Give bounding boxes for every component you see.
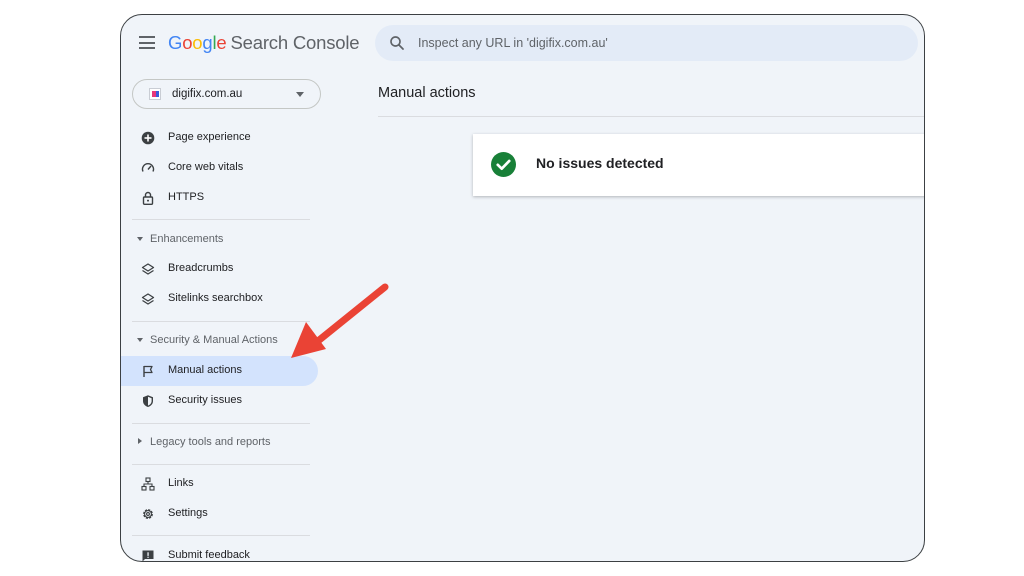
sidebar-item-https[interactable]: HTTPS (121, 183, 318, 213)
expand-triangle-icon (138, 438, 142, 444)
logo-letter: o (192, 32, 203, 53)
annotation-arrow-icon (291, 283, 389, 358)
sidebar-item-label: HTTPS (168, 191, 205, 203)
section-security-manual-actions[interactable]: Security & Manual Actions (121, 330, 311, 352)
section-label: Security & Manual Actions (150, 334, 278, 346)
hamburger-menu-icon[interactable] (139, 36, 155, 49)
section-label: Enhancements (150, 233, 224, 245)
sidebar-item-label: Sitelinks searchbox (168, 292, 263, 304)
chevron-down-icon (296, 92, 304, 97)
plus-circle-icon (141, 131, 155, 145)
sidebar-item-submit-feedback[interactable]: Submit feedback (121, 541, 318, 561)
page-title: Manual actions (378, 85, 476, 101)
section-label: Legacy tools and reports (150, 436, 271, 448)
divider (378, 116, 924, 117)
logo-letter: e (216, 32, 227, 53)
feedback-icon (142, 550, 154, 561)
status-card: No issues detected (473, 134, 924, 196)
logo-letter: o (182, 32, 193, 53)
search-icon (390, 36, 404, 50)
sidebar-item-label: Security issues (168, 394, 242, 406)
product-name: Search Console (230, 32, 360, 53)
property-label: digifix.com.au (172, 88, 243, 100)
layers-icon (141, 263, 155, 275)
speedometer-icon (141, 163, 155, 172)
google-search-console-logo[interactable]: Google Search Console (168, 32, 360, 54)
check-circle-icon (491, 152, 516, 177)
sidebar-item-label: Breadcrumbs (168, 262, 234, 274)
property-favicon-icon (149, 88, 161, 100)
sidebar-item-links[interactable]: Links (121, 469, 318, 499)
divider (132, 321, 310, 322)
collapse-triangle-icon (137, 338, 143, 342)
gear-icon (143, 509, 153, 519)
sidebar-item-breadcrumbs[interactable]: Breadcrumbs (121, 254, 318, 284)
logo-letter: g (202, 32, 213, 53)
sidebar-item-core-web-vitals[interactable]: Core web vitals (121, 153, 318, 183)
lock-icon (142, 191, 154, 205)
section-enhancements[interactable]: Enhancements (121, 229, 311, 251)
section-legacy-tools[interactable]: Legacy tools and reports (121, 432, 311, 454)
search-placeholder: Inspect any URL in 'digifix.com.au' (418, 36, 608, 50)
app-window: Google Search Console Inspect any URL in … (120, 14, 925, 562)
divider (132, 535, 310, 536)
sidebar-item-label: Core web vitals (168, 161, 244, 173)
sitemap-icon (141, 477, 155, 491)
layers-icon (141, 293, 155, 305)
url-inspection-search-input[interactable]: Inspect any URL in 'digifix.com.au' (375, 25, 918, 61)
sidebar-item-label: Settings (168, 507, 208, 519)
divider (132, 219, 310, 220)
top-bar: Google Search Console Inspect any URL in … (121, 15, 924, 71)
divider (132, 464, 310, 465)
sidebar-item-label: Submit feedback (168, 549, 250, 561)
logo-letter: G (168, 32, 183, 53)
sidebar-item-label: Page experience (168, 131, 251, 143)
sidebar-item-page-experience[interactable]: Page experience (121, 123, 318, 153)
shield-icon (143, 395, 153, 407)
sidebar-item-label: Manual actions (168, 364, 242, 376)
status-text: No issues detected (536, 155, 664, 171)
flag-icon (143, 365, 153, 377)
divider (132, 423, 310, 424)
sidebar-item-security-issues[interactable]: Security issues (121, 386, 318, 416)
property-selector[interactable]: digifix.com.au (132, 79, 321, 109)
sidebar-item-settings[interactable]: Settings (121, 499, 318, 529)
collapse-triangle-icon (137, 237, 143, 241)
sidebar-item-label: Links (168, 477, 194, 489)
